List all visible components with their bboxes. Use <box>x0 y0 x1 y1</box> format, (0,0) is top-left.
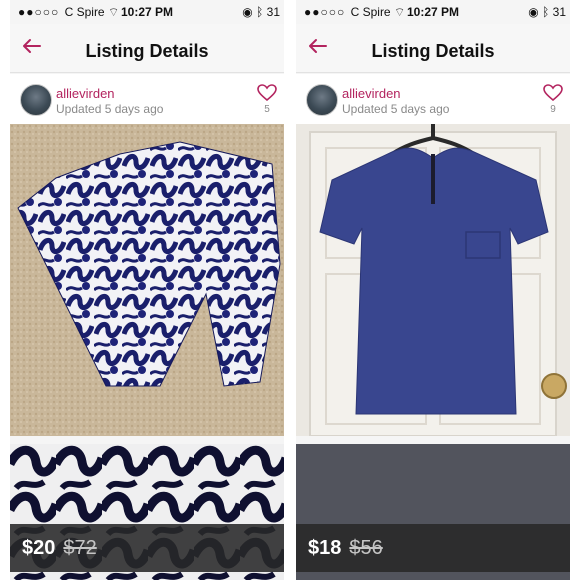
seller-row: allievirden Updated 5 days ago 5 <box>10 74 284 124</box>
updated-text: Updated 5 days ago <box>56 102 164 116</box>
listing-panel-pants: ●●○○○ C Spire ⌔ 10:27 PM ◉ ᛒ 31 Listing … <box>10 0 284 580</box>
lock-rotation-icon: ◉ <box>528 5 539 19</box>
seller-row: allievirden Updated 5 days ago 9 <box>296 74 570 124</box>
status-bar: ●●○○○ C Spire ⌔ 10:27 PM ◉ ᛒ 31 <box>10 0 284 24</box>
like-count: 9 <box>550 104 556 115</box>
price-bar: $20 $72 <box>10 524 284 572</box>
bluetooth-icon: ᛒ <box>256 5 264 19</box>
original-price: $56 <box>349 536 383 559</box>
heart-icon <box>543 84 563 102</box>
listing-photo[interactable] <box>296 124 570 436</box>
seller-username[interactable]: allievirden <box>56 86 115 101</box>
top-photo <box>296 124 570 436</box>
current-price: $20 <box>22 536 56 559</box>
page-title: Listing Details <box>371 41 495 61</box>
heart-icon <box>257 84 277 102</box>
status-bar: ●●○○○ C Spire ⌔ 10:27 PM ◉ ᛒ 31 <box>296 0 570 24</box>
updated-text: Updated 5 days ago <box>342 102 450 116</box>
bluetooth-icon: ᛒ <box>542 5 550 19</box>
battery-text: 31 <box>552 5 566 19</box>
like-count: 5 <box>264 104 270 115</box>
pants-photo <box>10 124 284 436</box>
avatar[interactable] <box>306 84 338 116</box>
price-bar: $18 $56 <box>296 524 570 572</box>
nav-bar: Listing Details <box>10 24 284 73</box>
page-title: Listing Details <box>85 41 209 61</box>
seller-username[interactable]: allievirden <box>342 86 401 101</box>
listing-photo[interactable] <box>10 124 284 436</box>
like-button[interactable]: 9 <box>540 84 566 115</box>
battery-text: 31 <box>266 5 280 19</box>
listing-panel-top: ●●○○○ C Spire ⌔ 10:27 PM ◉ ᛒ 31 Listing … <box>296 0 570 580</box>
current-price: $18 <box>308 536 342 559</box>
lock-rotation-icon: ◉ <box>242 5 253 19</box>
original-price: $72 <box>63 536 97 559</box>
avatar[interactable] <box>20 84 52 116</box>
like-button[interactable]: 5 <box>254 84 280 115</box>
nav-bar: Listing Details <box>296 24 570 73</box>
